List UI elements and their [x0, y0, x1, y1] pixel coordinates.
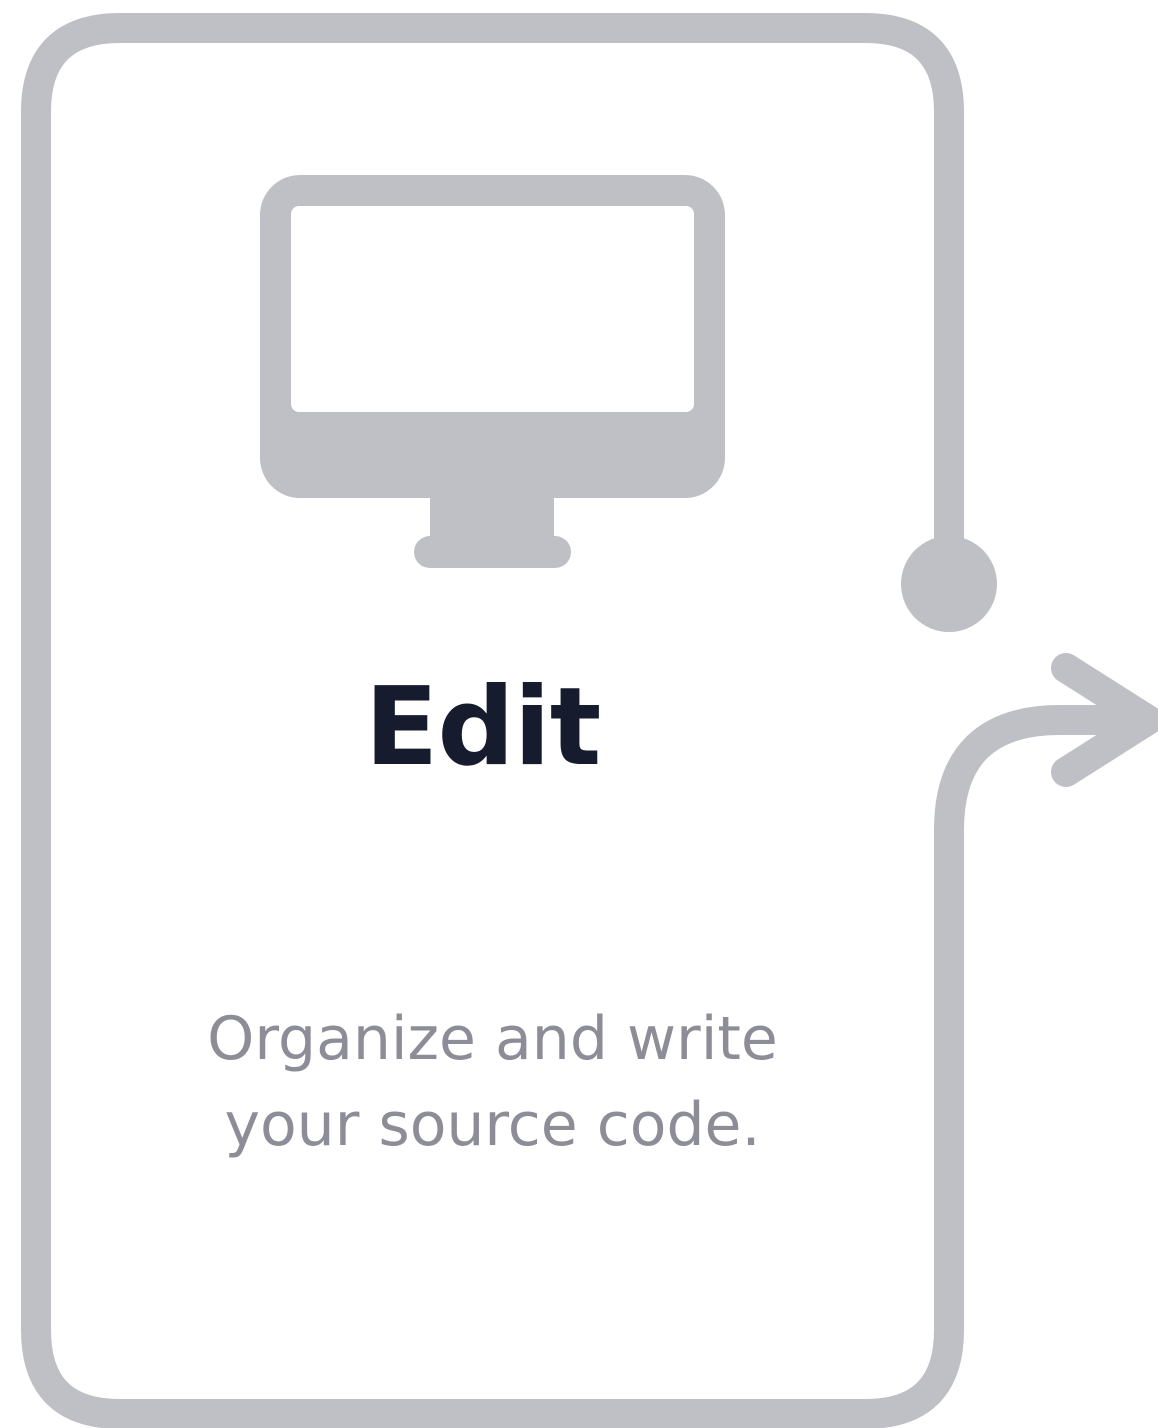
connector-node-dot — [901, 536, 997, 632]
step-description-line: your source code. — [224, 1090, 761, 1160]
monitor-icon — [260, 175, 725, 568]
step-description: Organize and write your source code. — [0, 996, 985, 1168]
step-description-line: Organize and write — [207, 1004, 778, 1074]
step-title: Edit — [364, 665, 602, 790]
